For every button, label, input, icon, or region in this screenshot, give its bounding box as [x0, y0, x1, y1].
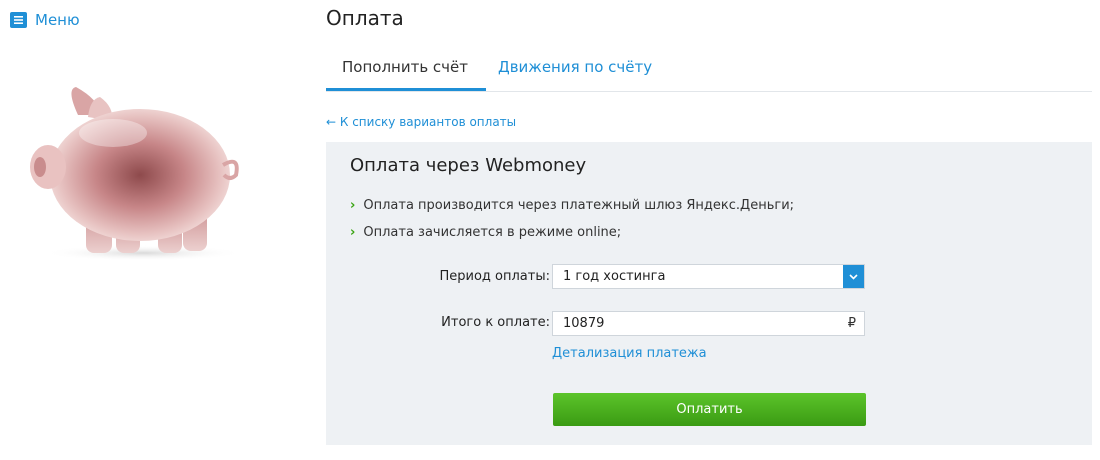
tab-bar: Пополнить счёт Движения по счёту: [326, 48, 1092, 92]
tab-top-up[interactable]: Пополнить счёт: [342, 58, 468, 76]
total-amount-field[interactable]: 10879 ₽: [552, 311, 865, 336]
period-label: Период оплаты:: [439, 269, 551, 284]
page-title: Оплата: [326, 6, 404, 30]
chevron-right-icon: ›: [350, 225, 356, 240]
chevron-down-icon[interactable]: [843, 265, 864, 288]
menu-label: Меню: [35, 11, 80, 29]
bullet-text: Оплата производится через платежный шлюз…: [363, 198, 795, 213]
payment-panel: Оплата через Webmoney › Оплата производи…: [326, 142, 1092, 445]
panel-title: Оплата через Webmoney: [350, 155, 587, 176]
pay-button[interactable]: Оплатить: [553, 393, 866, 426]
ruble-sign: ₽: [847, 316, 856, 331]
period-select-value: 1 год хостинга: [563, 269, 666, 284]
active-tab-indicator: [326, 88, 486, 91]
bullet-text: Оплата зачисляется в режиме online;: [363, 225, 622, 240]
total-label: Итого к оплате:: [441, 315, 550, 330]
payment-details-link[interactable]: Детализация платежа: [552, 346, 707, 361]
info-bullet: › Оплата зачисляется в режиме online;: [350, 225, 621, 240]
chevron-right-icon: ›: [350, 198, 356, 213]
back-to-payment-options-link[interactable]: ← К списку вариантов оплаты: [326, 115, 516, 129]
info-bullet: › Оплата производится через платежный шл…: [350, 198, 794, 213]
piggy-bank-image: [18, 85, 248, 265]
tab-account-movements[interactable]: Движения по счёту: [498, 58, 652, 76]
menu-button[interactable]: Меню: [10, 11, 80, 29]
total-amount-value: 10879: [563, 316, 605, 331]
period-select[interactable]: 1 год хостинга: [552, 264, 865, 289]
hamburger-icon: [10, 12, 27, 28]
